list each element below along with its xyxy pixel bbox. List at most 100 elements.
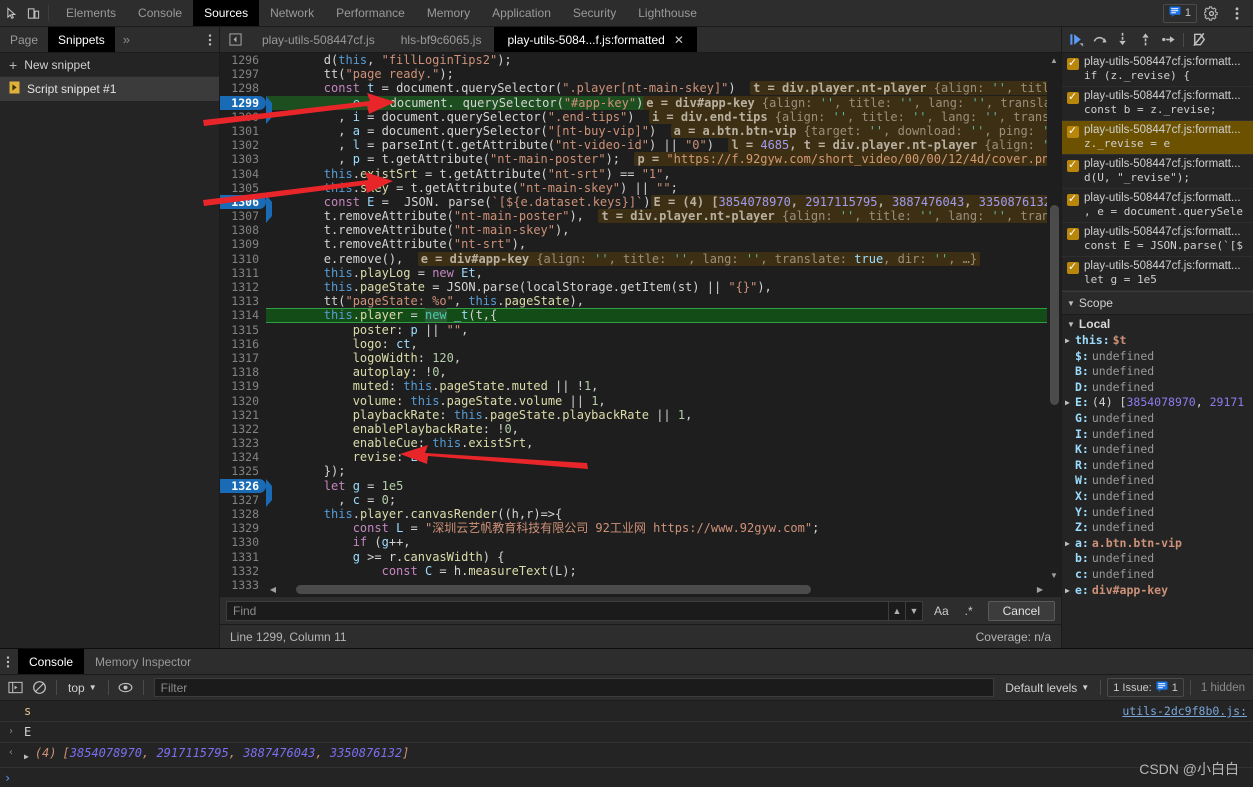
scope-variable[interactable]: ▶ e: div#app-key (1062, 583, 1253, 599)
code-line[interactable]: 1307 t.removeAttribute("nt-main-poster")… (220, 209, 1061, 224)
scope-variable[interactable]: c: undefined (1062, 567, 1253, 583)
breakpoint-item[interactable]: play-utils-508447cf.js:formatt...const b… (1062, 87, 1253, 121)
scroll-right-arrow[interactable]: ▶ (1033, 582, 1047, 596)
tab-console[interactable]: Console (127, 0, 193, 26)
code-line[interactable]: 1313 tt("pageState: %o", this.pageState)… (220, 294, 1061, 309)
scope-variable[interactable]: X: undefined (1062, 489, 1253, 505)
line-number[interactable]: 1322 (220, 421, 266, 437)
code-line[interactable]: 1321 playbackRate: this.pageState.playba… (220, 407, 1061, 422)
breakpoint-item[interactable]: play-utils-508447cf.js:formatt...z._revi… (1062, 121, 1253, 155)
code-line[interactable]: 1302 , l = parseInt(t.getAttribute("nt-v… (220, 138, 1061, 153)
device-toolbar-icon[interactable] (27, 7, 40, 20)
code-line[interactable]: 1314 this.player = new _t(t,{ (220, 308, 1061, 323)
nav-tab-page[interactable]: Page (0, 27, 48, 52)
breakpoint-item[interactable]: play-utils-508447cf.js:formatt...d(U, "_… (1062, 155, 1253, 189)
vertical-scroll-thumb[interactable] (1050, 205, 1059, 405)
code-line[interactable]: 1296 d(this, "fillLoginTips2"); (220, 53, 1061, 68)
line-number[interactable]: 1307 (220, 209, 266, 224)
editor-tabs-nav-icon[interactable] (220, 27, 249, 52)
step-icon[interactable] (1157, 29, 1179, 51)
line-number[interactable]: 1321 (220, 407, 266, 422)
scope-variable[interactable]: R: undefined (1062, 458, 1253, 474)
line-number[interactable]: 1320 (220, 393, 266, 408)
line-number[interactable]: 1330 (220, 535, 266, 550)
scope-variable[interactable]: ▶ this: $t (1062, 333, 1253, 349)
deactivate-breakpoints-icon[interactable] (1188, 29, 1210, 51)
console-context-selector[interactable]: top ▼ (63, 681, 102, 695)
gear-icon[interactable] (1199, 1, 1223, 25)
inspect-element-icon[interactable] (6, 6, 19, 20)
line-number[interactable]: 1297 (220, 67, 266, 82)
step-over-icon[interactable] (1088, 29, 1110, 51)
new-snippet-button[interactable]: + New snippet (0, 53, 219, 77)
console-prompt[interactable]: › (0, 768, 1253, 787)
breakpoint-checkbox[interactable] (1067, 192, 1079, 206)
scope-variable[interactable]: W: undefined (1062, 473, 1253, 489)
scroll-up-arrow[interactable]: ▲ (1047, 53, 1061, 67)
line-number[interactable]: 1298 (220, 81, 266, 96)
console-sidebar-icon[interactable] (4, 677, 26, 699)
step-out-icon[interactable] (1134, 29, 1156, 51)
step-into-icon[interactable] (1111, 29, 1133, 51)
breakpoint-item[interactable]: play-utils-508447cf.js:formatt...let g =… (1062, 257, 1253, 291)
line-number[interactable]: 1318 (220, 365, 266, 380)
issues-badge[interactable]: 1 (1162, 3, 1197, 23)
scope-variable[interactable]: K: undefined (1062, 442, 1253, 458)
line-number[interactable]: 1327 (220, 492, 266, 507)
line-number[interactable]: 1332 (220, 563, 266, 578)
drawer-more-icon[interactable] (0, 649, 18, 674)
expand-triangle-icon[interactable]: ▶ (1065, 333, 1072, 349)
code-line[interactable]: 1301 , a = document.querySelector("[nt-b… (220, 123, 1061, 139)
line-number[interactable]: 1311 (220, 265, 266, 280)
line-number[interactable]: 1316 (220, 336, 266, 351)
code-line[interactable]: 1319 muted: this.pageState.muted || !1, (220, 379, 1061, 394)
code-line[interactable]: 1322 enablePlaybackRate: !0, (220, 421, 1061, 437)
code-line[interactable]: 1304 this.existSrt = t.getAttribute("nt-… (220, 166, 1061, 181)
tab-sources[interactable]: Sources (193, 0, 260, 26)
line-number[interactable]: 1315 (220, 322, 266, 337)
scope-variable[interactable]: Y: undefined (1062, 505, 1253, 521)
line-number[interactable]: 1317 (220, 350, 266, 366)
line-number[interactable]: 1310 (220, 251, 266, 266)
code-line[interactable]: 1300 , i = document.querySelector(".end-… (220, 109, 1061, 124)
line-number[interactable]: 1325 (220, 464, 266, 479)
console-message-warn[interactable]: s utils-2dc9f8b0.js: (0, 701, 1253, 722)
breakpoint-item[interactable]: play-utils-508447cf.js:formatt..., e = d… (1062, 189, 1253, 223)
tab-lighthouse[interactable]: Lighthouse (627, 0, 708, 26)
code-line[interactable]: 1315 poster: p || "", (220, 322, 1061, 337)
line-number[interactable]: 1308 (220, 223, 266, 238)
code-line[interactable]: 1311 this.playLog = new Et, (220, 265, 1061, 280)
line-number[interactable]: 1309 (220, 237, 266, 252)
scope-variable[interactable]: I: undefined (1062, 427, 1253, 443)
console-message-input[interactable]: › E (0, 722, 1253, 743)
expand-triangle-icon[interactable]: ▶ (1065, 536, 1072, 552)
code-line[interactable]: 1303 , p = t.getAttribute("nt-main-poste… (220, 152, 1061, 167)
line-number[interactable]: 1303 (220, 152, 266, 167)
editor-horizontal-scrollbar[interactable]: ◀ ▶ (266, 582, 1047, 596)
line-number[interactable]: 1306 (220, 194, 266, 210)
console-issues-badge[interactable]: 1 Issue: 1 (1107, 678, 1184, 697)
code-line[interactable]: 1306 const E = JSON. parse(`[${e.dataset.… (220, 194, 1061, 224)
code-line[interactable]: 1308 t.removeAttribute("nt-main-skey"), (220, 223, 1061, 238)
scope-variable[interactable]: ▶ a: a.btn.btn-vip (1062, 536, 1253, 552)
line-number[interactable]: 1324 (220, 450, 266, 465)
tab-application[interactable]: Application (481, 0, 562, 26)
line-number[interactable]: 1305 (220, 180, 266, 195)
code-line[interactable]: 1297 tt("page ready."); (220, 67, 1061, 82)
line-number[interactable]: 1300 (220, 109, 266, 124)
more-options-icon[interactable] (1225, 1, 1249, 25)
code-line[interactable]: 1299 , e = document. querySelector("#app-… (220, 95, 1061, 125)
code-line[interactable]: 1305 this.skey = t.getAttribute("nt-main… (220, 180, 1061, 195)
console-source-link[interactable]: utils-2dc9f8b0.js: (1112, 703, 1247, 719)
code-line[interactable]: 1318 autoplay: !0, (220, 365, 1061, 380)
expand-triangle-icon[interactable]: ▶ (24, 749, 29, 765)
editor-tab-play-utils[interactable]: play-utils-508447cf.js (249, 27, 388, 52)
code-line[interactable]: 1329 const L = "深圳云艺帆教育科技有限公司 92工业网 http… (220, 521, 1061, 536)
live-expression-icon[interactable] (115, 677, 137, 699)
code-line[interactable]: 1298 const t = document.querySelector(".… (220, 81, 1061, 96)
snippet-item-script-snippet-1[interactable]: Script snippet #1 (0, 77, 219, 101)
expand-triangle-icon[interactable]: ▶ (1065, 395, 1072, 411)
breakpoint-checkbox[interactable] (1067, 90, 1079, 104)
nav-tab-snippets[interactable]: Snippets (48, 27, 115, 52)
console-levels-selector[interactable]: Default levels ▼ (1000, 681, 1094, 695)
